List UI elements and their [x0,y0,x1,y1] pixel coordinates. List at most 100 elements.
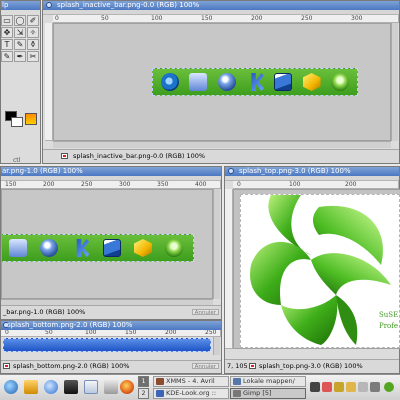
tray-network-icon[interactable] [346,382,356,392]
window-menu-icon[interactable] [228,168,234,174]
horizontal-ruler[interactable]: 0 50 100 150 200 250 [1,330,221,337]
ruler-mark: 100 [85,330,97,336]
airbrush-tool-icon[interactable]: ✎ [1,51,13,62]
fuzzy-select-tool-icon[interactable]: ✧ [27,27,39,38]
tray-monitor-icon[interactable] [310,382,320,392]
icon-bar-image [152,68,358,96]
quickmask-icon[interactable] [3,363,10,369]
terminal-icon[interactable] [64,380,78,394]
task-gimp[interactable]: Gimp [5] [230,388,306,399]
bucket-fill-tool-icon[interactable]: ⚱ [27,39,39,50]
tool-grid: ▭ ◯ ✐ ✥ ⇲ ✧ T ✎ ⚱ ✎ ✒ ✂ [1,15,39,62]
scale-tool-icon[interactable]: ⇲ [14,27,26,38]
icon-bar-image [2,234,194,262]
status-text: splash_inactive_bar.png-0.0 (RGB) 100% [73,152,206,160]
tray-volume-icon[interactable] [334,382,344,392]
image-canvas[interactable] [53,23,391,141]
mail-icon[interactable] [84,380,98,394]
kde-menu-icon[interactable] [4,380,18,394]
image-text-profe: Profe [379,322,399,330]
bottom-titlebar[interactable]: splash_bottom.png-2.0 (RGB) 100% [1,321,221,330]
cancel-button[interactable]: Annuler [191,363,219,370]
cancel-button[interactable]: Annuler [191,309,219,316]
pointer-coords: 7, 105 [227,362,248,370]
task-lokale-mappen[interactable]: Lokale mappen/ [230,376,306,387]
suse-icon [165,239,184,257]
horizontal-scrollbar[interactable] [53,141,391,148]
tray-klipper-icon[interactable] [322,382,332,392]
window-menu-icon[interactable] [46,2,52,8]
vertical-ruler[interactable] [225,189,233,349]
gradient-preview[interactable] [25,113,37,125]
scissors-tool-icon[interactable]: ✂ [27,51,39,62]
text-tool-icon[interactable]: T [1,39,13,50]
bar-window-title: ar.png-1.0 (RGB) 100% [2,167,83,175]
desktop-pager-2[interactable]: 2 [138,388,149,399]
vertical-scrollbar[interactable] [213,337,220,355]
kwrite-icon [251,73,264,91]
rect-select-tool-icon[interactable]: ▭ [1,15,13,26]
ink-tool-icon[interactable]: ✒ [14,51,26,62]
top-titlebar[interactable]: splash_top.png-3.0 (RGB) 100% [225,167,399,176]
ruler-mark: 300 [351,15,363,22]
image-window-top: splash_top.png-3.0 (RGB) 100% 0 100 200 [224,166,400,374]
ruler-mark: 50 [101,15,109,22]
task-label: KDE-Look.org :: [166,389,217,397]
tray-kmix-icon[interactable] [370,382,380,392]
ruler-mark: 350 [157,181,169,188]
inactive-bar-statusbar: splash_inactive_bar.png-0.0 (RGB) 100% [43,149,399,163]
kde-icon [161,73,180,91]
ruler-mark: 250 [205,330,217,336]
image-window-bar: ar.png-1.0 (RGB) 100% 150 200 250 300 35… [0,166,222,320]
globe-icon [39,239,58,257]
ruler-mark: 200 [165,330,177,336]
desktop-pager-1[interactable]: 1 [138,376,149,387]
image-canvas[interactable]: SuSE Profe [233,189,400,349]
image-text-suse: SuSE [379,311,399,319]
kde-taskbar: 1 2 XMMS - 4. Avril Lokale mappen/ KDE-L… [0,374,400,400]
task-xmms[interactable]: XMMS - 4. Avril [153,376,229,387]
users-icon [189,73,208,91]
xmms-icon [156,378,164,385]
vertical-scrollbar[interactable] [391,23,398,141]
bar-titlebar[interactable]: ar.png-1.0 (RGB) 100% [1,167,221,176]
bottom-image-strip[interactable] [3,338,211,352]
ellipse-select-tool-icon[interactable]: ◯ [14,15,26,26]
move-tool-icon[interactable]: ✥ [1,27,13,38]
inactive-bar-titlebar[interactable]: splash_inactive_bar.png-0.0 (RGB) 100% [43,1,399,10]
vertical-ruler[interactable] [45,23,53,141]
horizontal-ruler[interactable]: 0 50 100 150 200 250 300 [53,15,399,23]
browser-icon[interactable] [44,380,58,394]
folder-icon [233,378,241,385]
ruler-mark: 150 [5,181,17,188]
task-label: Lokale mappen/ [243,377,295,385]
tray-printer-icon[interactable] [358,382,368,392]
free-select-tool-icon[interactable]: ✐ [27,15,39,26]
pencil-tool-icon[interactable]: ✎ [14,39,26,50]
image-canvas[interactable] [1,189,213,299]
task-label: XMMS - 4. Avril [166,377,215,385]
ruler-mark: 0 [5,330,9,336]
quickmask-icon[interactable] [61,153,68,159]
status-text: _bar.png-1.0 (RGB) 100% [3,308,86,316]
firefox-icon[interactable] [120,380,134,394]
toolbox-title: lp [2,1,9,9]
kwrite-icon [76,239,90,257]
office-icon[interactable] [104,380,118,394]
splash-top-image: SuSE Profe [240,194,400,348]
background-color-swatch[interactable] [11,117,23,127]
ruler-mark: 50 [45,330,53,336]
ruler-mark: 200 [345,181,357,188]
horizontal-ruler[interactable]: 0 100 200 [233,181,399,189]
task-kde-look[interactable]: KDE-Look.org :: [153,388,229,399]
bottom-statusbar: splash_bottom.png-2.0 (RGB) 100% Annuler [1,360,221,373]
quickmask-icon[interactable] [249,363,256,369]
toolbox-titlebar[interactable]: lp [1,1,40,10]
tray-suse-icon[interactable] [384,382,394,392]
bar-statusbar: _bar.png-1.0 (RGB) 100% Annuler [1,305,221,319]
home-folder-icon[interactable] [24,380,38,394]
cube-icon [133,239,152,257]
suse-icon [330,73,349,91]
horizontal-ruler[interactable]: 150 200 250 300 350 400 [1,181,221,189]
vertical-scrollbar[interactable] [213,189,220,299]
